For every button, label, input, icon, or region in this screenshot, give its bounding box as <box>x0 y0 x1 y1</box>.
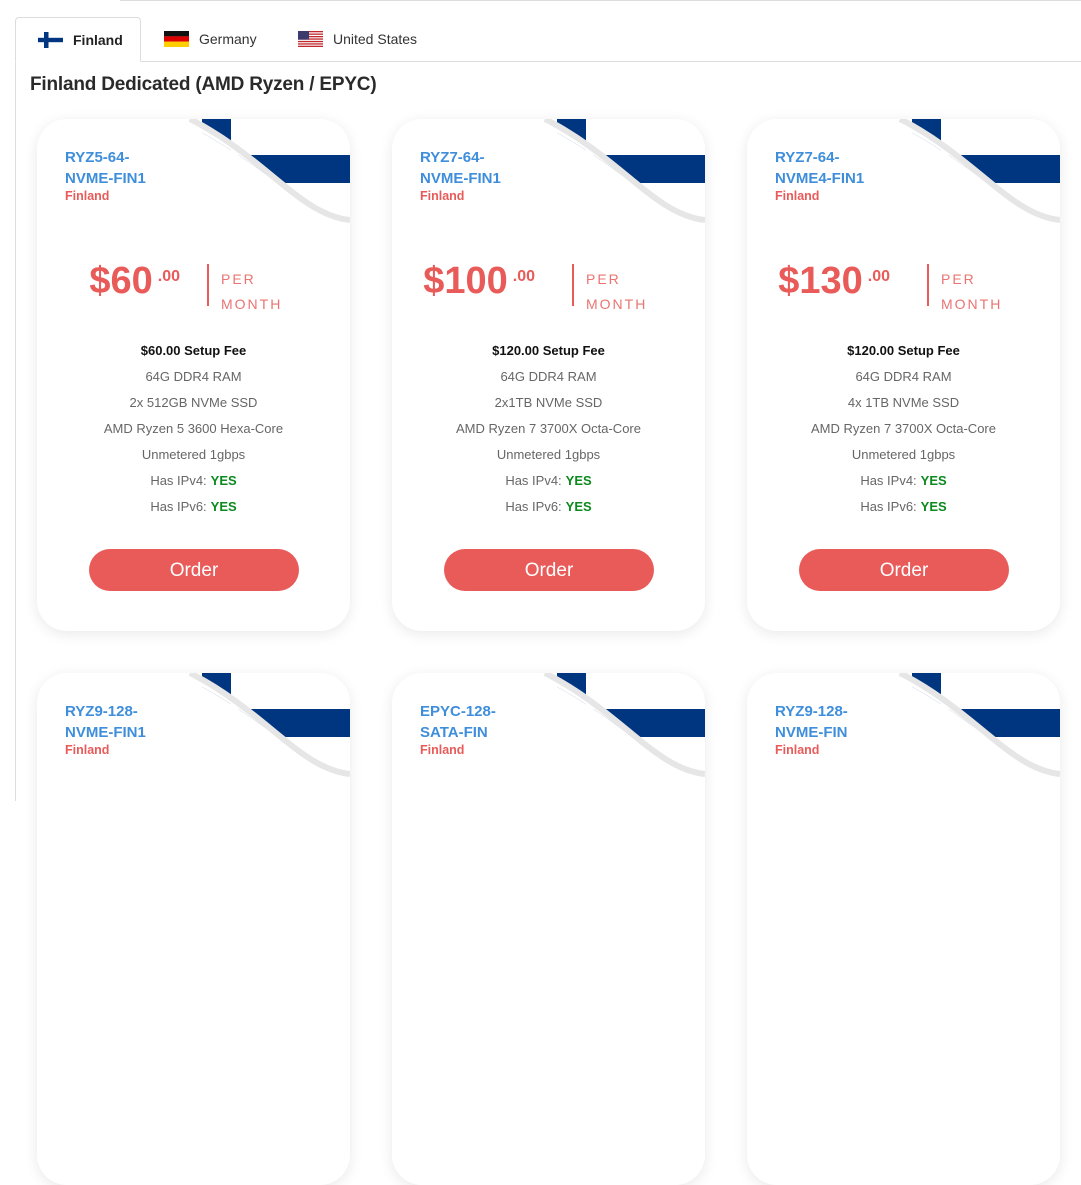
price-cents: .00 <box>157 268 180 285</box>
section-title: Finland Dedicated (AMD Ryzen / EPYC) <box>30 74 377 95</box>
product-card: EPYC-128- SATA-FIN Finland <box>392 673 705 1185</box>
billing-period: PER MONTH <box>221 271 283 312</box>
ram-spec: 64G DDR4 RAM <box>855 369 952 384</box>
bandwidth-spec: Unmetered 1gbps <box>851 447 956 462</box>
billing-period: PER MONTH <box>941 271 1003 312</box>
product-card: RYZ5-64- NVME-FIN1 Finland $60 .00 PER M… <box>37 119 350 631</box>
plan-location: Finland <box>775 189 820 203</box>
tab-label: Finland <box>73 31 123 48</box>
usa-flag-icon <box>298 31 323 47</box>
price-block: $100 .00 PER MONTH <box>392 260 705 312</box>
ram-spec: 64G DDR4 RAM <box>500 369 597 384</box>
cpu-spec: AMD Ryzen 7 3700X Octa-Core <box>456 421 641 436</box>
price-cents: .00 <box>867 268 890 285</box>
price-divider <box>927 264 929 306</box>
price-amount: $100 <box>423 260 508 302</box>
plan-location: Finland <box>420 189 465 203</box>
disk-spec: 2x 512GB NVMe SSD <box>129 395 258 410</box>
plan-location: Finland <box>65 743 110 757</box>
ipv4-spec: Has IPv4: YES <box>150 473 237 488</box>
price-amount: $60 <box>89 260 153 302</box>
top-divider <box>120 0 1081 1</box>
disk-spec: 2x1TB NVMe SSD <box>494 395 603 410</box>
product-card: RYZ9-128- NVME-FIN1 Finland <box>37 673 350 1185</box>
ram-spec: 64G DDR4 RAM <box>145 369 242 384</box>
price-divider <box>207 264 209 306</box>
price-amount: $130 <box>778 260 863 302</box>
tab-label: United States <box>333 31 418 47</box>
plan-name-line1: RYZ7-64- <box>775 149 840 166</box>
cpu-spec: AMD Ryzen 5 3600 Hexa-Core <box>103 421 284 436</box>
disk-spec: 4x 1TB NVMe SSD <box>847 395 960 410</box>
plan-name-line2: SATA-FIN <box>420 724 488 741</box>
plan-name-line2: NVME-FIN1 <box>65 170 146 187</box>
plan-name-line1: RYZ9-128- <box>65 703 138 720</box>
product-card: RYZ7-64- NVME-FIN1 Finland $100 .00 PER … <box>392 119 705 631</box>
tab-finland[interactable]: Finland <box>15 17 141 62</box>
plan-name-line2: NVME4-FIN1 <box>775 170 865 187</box>
plan-location: Finland <box>420 743 465 757</box>
ipv6-spec: Has IPv6: YES <box>150 499 237 514</box>
plan-location: Finland <box>65 189 110 203</box>
ipv4-spec: Has IPv4: YES <box>860 473 947 488</box>
ipv4-spec: Has IPv4: YES <box>505 473 592 488</box>
plan-name-line2: NVME-FIN <box>775 724 848 741</box>
country-tabs: Finland Germany United States <box>15 17 1081 62</box>
tab-germany[interactable]: Germany <box>164 17 284 61</box>
price-block: $60 .00 PER MONTH <box>37 260 350 312</box>
finland-flag-icon <box>38 31 63 48</box>
feature-list: $120.00 Setup Fee 64G DDR4 RAM 4x 1TB NV… <box>747 338 1060 520</box>
price-divider <box>572 264 574 306</box>
ipv6-spec: Has IPv6: YES <box>505 499 592 514</box>
left-divider <box>15 60 16 801</box>
plan-name-line1: EPYC-128- <box>420 703 496 720</box>
product-card: RYZ7-64- NVME4-FIN1 Finland $130 .00 PER… <box>747 119 1060 631</box>
tab-united-states[interactable]: United States <box>298 17 448 61</box>
cpu-spec: AMD Ryzen 7 3700X Octa-Core <box>811 421 996 436</box>
ipv6-spec: Has IPv6: YES <box>860 499 947 514</box>
order-button[interactable]: Order <box>89 549 299 591</box>
plan-name-line1: RYZ5-64- <box>65 149 130 166</box>
price-block: $130 .00 PER MONTH <box>747 260 1060 312</box>
feature-list: $120.00 Setup Fee 64G DDR4 RAM 2x1TB NVM… <box>392 338 705 520</box>
billing-period: PER MONTH <box>586 271 648 312</box>
setup-fee: $60.00 Setup Fee <box>140 343 247 358</box>
plan-location: Finland <box>775 743 820 757</box>
order-button[interactable]: Order <box>444 549 654 591</box>
bandwidth-spec: Unmetered 1gbps <box>141 447 246 462</box>
setup-fee: $120.00 Setup Fee <box>492 343 605 358</box>
bandwidth-spec: Unmetered 1gbps <box>496 447 601 462</box>
product-card: RYZ9-128- NVME-FIN Finland <box>747 673 1060 1185</box>
price-cents: .00 <box>512 268 535 285</box>
plan-name-line1: RYZ7-64- <box>420 149 485 166</box>
plan-name-line2: NVME-FIN1 <box>420 170 501 187</box>
feature-list: $60.00 Setup Fee 64G DDR4 RAM 2x 512GB N… <box>37 338 350 520</box>
germany-flag-icon <box>164 31 189 47</box>
plan-name-line1: RYZ9-128- <box>775 703 848 720</box>
order-button[interactable]: Order <box>799 549 1009 591</box>
setup-fee: $120.00 Setup Fee <box>847 343 960 358</box>
tab-label: Germany <box>199 31 257 47</box>
plan-name-line2: NVME-FIN1 <box>65 724 146 741</box>
